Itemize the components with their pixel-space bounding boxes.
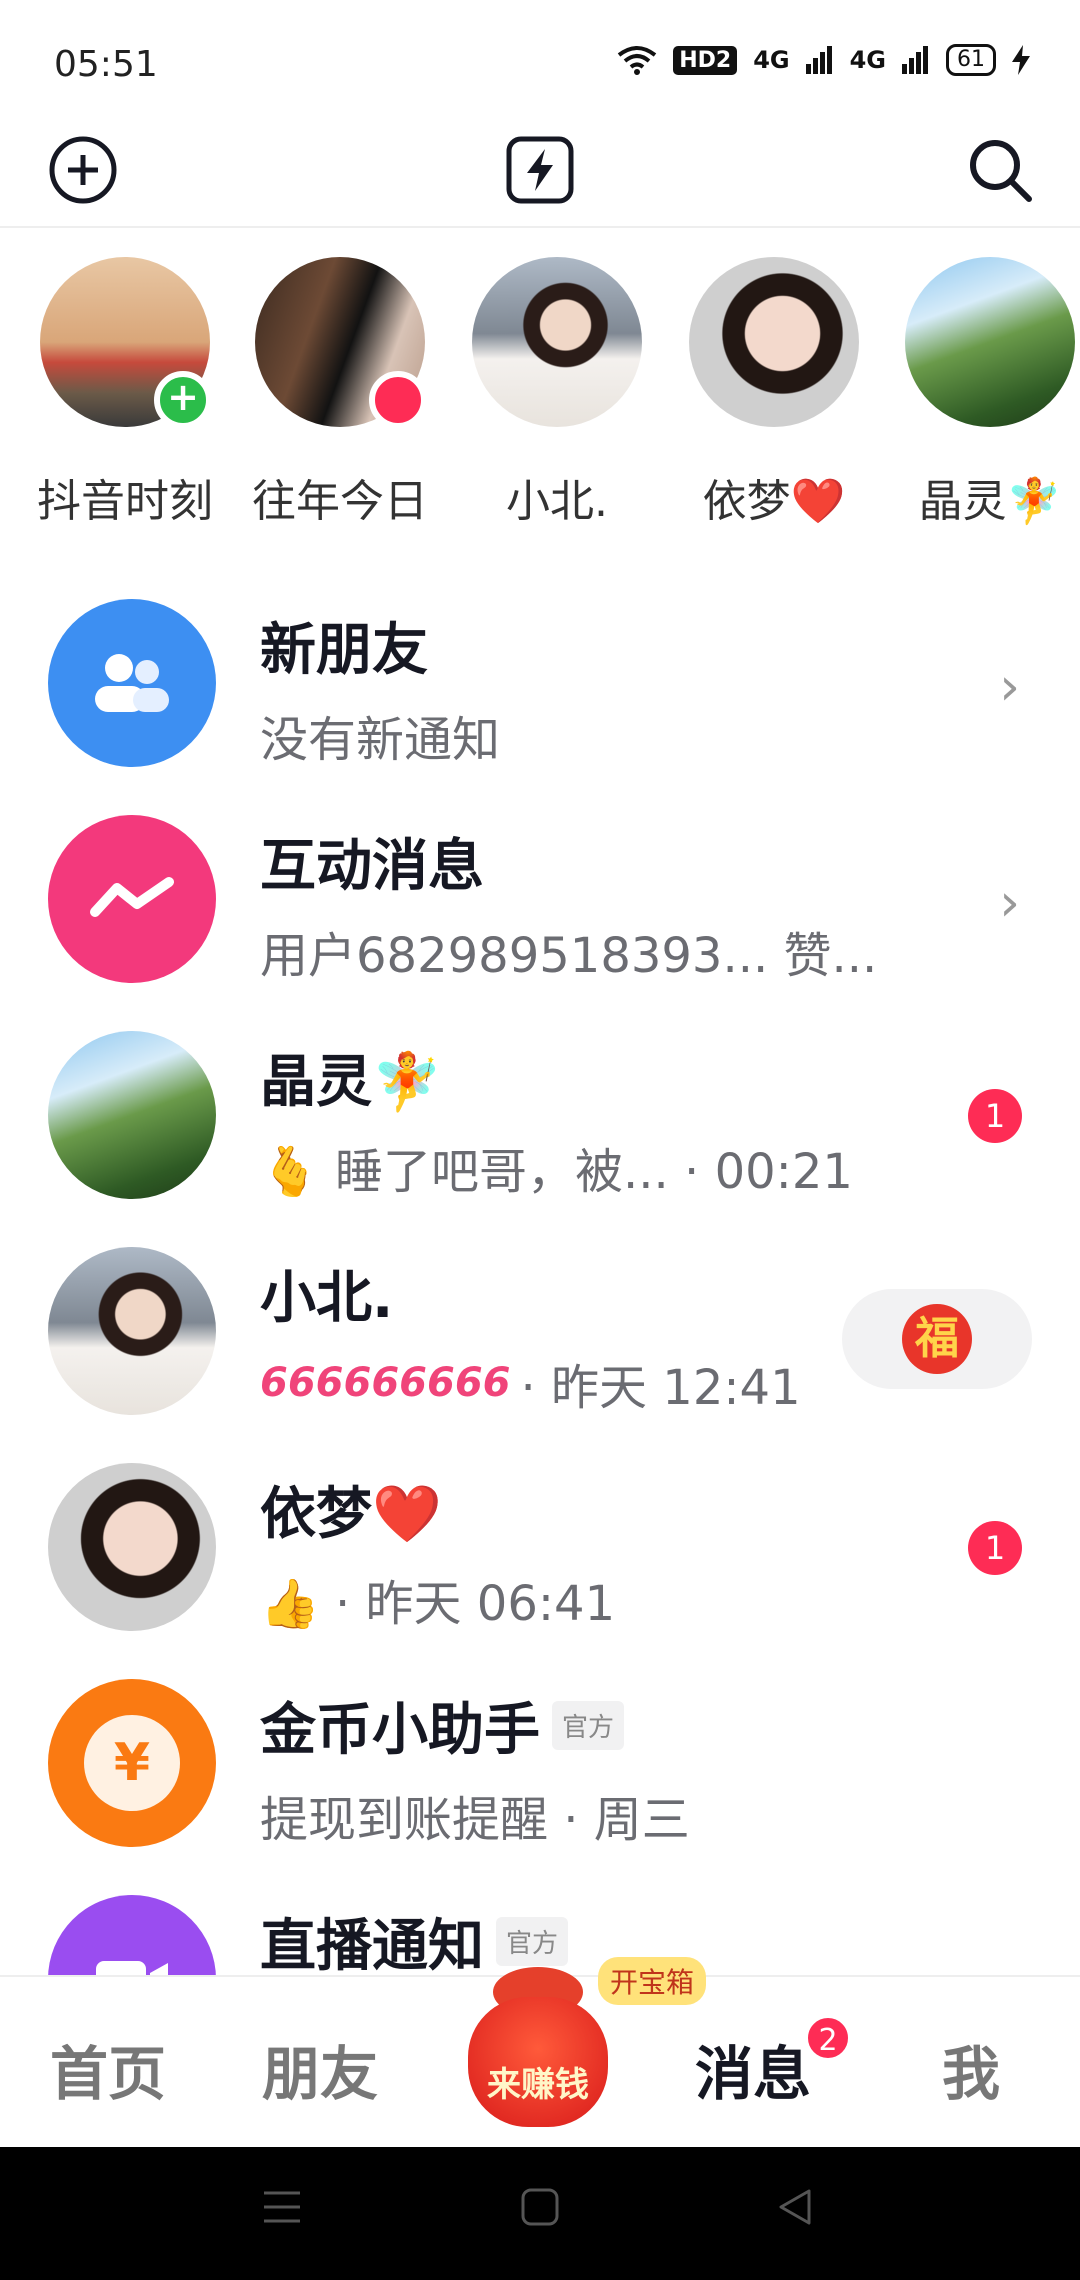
fu-icon: 福 <box>902 1304 972 1374</box>
story-label: 抖音时刻 <box>37 476 213 527</box>
item-title: 金币小助手 官方 <box>260 1685 625 1766</box>
signal-icon-2: 4G <box>849 46 886 74</box>
item-subtitle: 🫰 睡了吧哥，被... · 00:21 <box>260 1144 853 1200</box>
story-item[interactable]: + 抖音时刻 <box>25 255 225 529</box>
list-item-coin-assistant[interactable]: ¥ 金币小助手 官方 提现到账提醒 · 周三 <box>0 1665 1080 1881</box>
new-friends-icon <box>48 599 216 767</box>
story-label: 往年今日 <box>252 476 428 527</box>
item-subtitle: 用户682989518393... 赞... <box>260 928 878 984</box>
coin-icon: ¥ <box>48 1679 216 1847</box>
list-item-interactions[interactable]: 互动消息 用户682989518393... 赞... › <box>0 801 1080 1017</box>
item-subtitle: 👍 · 昨天 06:41 <box>260 1576 616 1632</box>
top-bar <box>0 110 1080 228</box>
chevron-right-icon: › <box>999 657 1020 717</box>
item-subtitle: 666666666 · 昨天 12:41 <box>260 1348 801 1418</box>
lightning-icon <box>506 136 574 204</box>
home-icon[interactable] <box>520 2187 560 2227</box>
item-title-text: 直播通知 <box>260 1914 484 1979</box>
avatar <box>48 1031 216 1199</box>
plus-circle-icon <box>49 136 117 204</box>
battery-icon: 61 <box>946 44 996 76</box>
search-button[interactable] <box>955 125 1045 215</box>
earn-money-button[interactable]: 来赚钱 开宝箱 <box>468 1957 707 2127</box>
sticker-666: 666666666 <box>260 1360 511 1406</box>
tab-me[interactable]: 我 <box>942 2027 1000 2111</box>
tab-friends[interactable]: 朋友 <box>262 2027 378 2111</box>
live-dot-icon <box>369 371 427 429</box>
avatar <box>48 1247 216 1415</box>
item-title: 晶灵🧚 <box>260 1050 442 1115</box>
fu-button[interactable]: 福 <box>842 1289 1032 1389</box>
status-bar: 05:51 HD2 4G 4G 61 <box>0 0 1080 110</box>
story-avatar <box>689 257 859 427</box>
tab-home[interactable]: 首页 <box>50 2027 166 2111</box>
search-icon <box>970 140 1032 202</box>
story-avatar <box>905 257 1075 427</box>
stories-row: + 抖音时刻 往年今日 小北. 依梦❤️ 晶灵🧚 <box>0 255 1080 535</box>
tab-messages[interactable]: 消息 <box>695 2027 811 2111</box>
back-icon[interactable] <box>775 2187 815 2227</box>
avatar <box>48 1463 216 1631</box>
story-label: 小北. <box>506 476 608 527</box>
item-title: 小北. <box>260 1266 394 1331</box>
yuan-icon: ¥ <box>84 1715 180 1811</box>
story-item[interactable]: 往年今日 <box>240 255 440 529</box>
list-item-new-friends[interactable]: 新朋友 没有新通知 › <box>0 585 1080 801</box>
item-title: 依梦❤️ <box>260 1482 442 1547</box>
add-button[interactable] <box>38 125 128 215</box>
hd-voice-icon: HD2 <box>673 45 738 75</box>
messages-badge: 2 <box>805 2015 851 2061</box>
story-avatar <box>255 257 427 429</box>
item-title-text: 金币小助手 <box>260 1698 540 1763</box>
list-item-chat[interactable]: 依梦❤️ 👍 · 昨天 06:41 1 <box>0 1449 1080 1665</box>
unread-badge: 1 <box>968 1089 1022 1143</box>
signal-icon-1: 4G <box>753 46 790 74</box>
story-label: 依梦❤️ <box>702 476 846 527</box>
story-avatar: + <box>40 257 212 429</box>
story-item[interactable]: 小北. <box>457 255 657 529</box>
wifi-icon <box>617 46 657 75</box>
open-chest-tag: 开宝箱 <box>598 1957 707 2005</box>
charging-icon <box>1012 45 1030 75</box>
story-item[interactable]: 依梦❤️ <box>674 255 874 529</box>
story-label: 晶灵🧚 <box>918 476 1062 527</box>
chevron-right-icon: › <box>999 873 1020 933</box>
system-nav-bar <box>0 2147 1080 2280</box>
signal-bars-icon <box>902 46 928 74</box>
item-time: · 昨天 12:41 <box>520 1360 801 1416</box>
flash-button[interactable] <box>495 125 585 215</box>
message-list: 新朋友 没有新通知 › 互动消息 用户682989518393... 赞... … <box>0 585 1080 2097</box>
item-title: 新朋友 <box>260 618 428 683</box>
unread-badge: 1 <box>968 1521 1022 1575</box>
interaction-icon <box>48 815 216 983</box>
signal-bars-icon <box>805 46 832 74</box>
add-story-icon[interactable]: + <box>154 371 212 429</box>
status-icons: HD2 4G 4G 61 <box>617 44 1030 76</box>
list-item-chat[interactable]: 晶灵🧚 🫰 睡了吧哥，被... · 00:21 1 <box>0 1017 1080 1233</box>
story-avatar <box>472 257 642 427</box>
official-tag: 官方 <box>552 1701 625 1750</box>
item-subtitle: 没有新通知 <box>260 712 501 768</box>
story-item[interactable]: 晶灵🧚 <box>890 255 1080 529</box>
earn-label: 来赚钱 <box>487 2065 589 2105</box>
item-title: 互动消息 <box>260 834 484 899</box>
status-time: 05:51 <box>54 44 158 85</box>
list-item-chat[interactable]: 小北. 666666666 · 昨天 12:41 福 <box>0 1233 1080 1449</box>
menu-icon[interactable] <box>262 2187 302 2227</box>
bottom-nav: 首页 朋友 来赚钱 开宝箱 消息 2 我 <box>0 1957 1080 2147</box>
item-subtitle: 提现到账提醒 · 周三 <box>260 1792 690 1848</box>
